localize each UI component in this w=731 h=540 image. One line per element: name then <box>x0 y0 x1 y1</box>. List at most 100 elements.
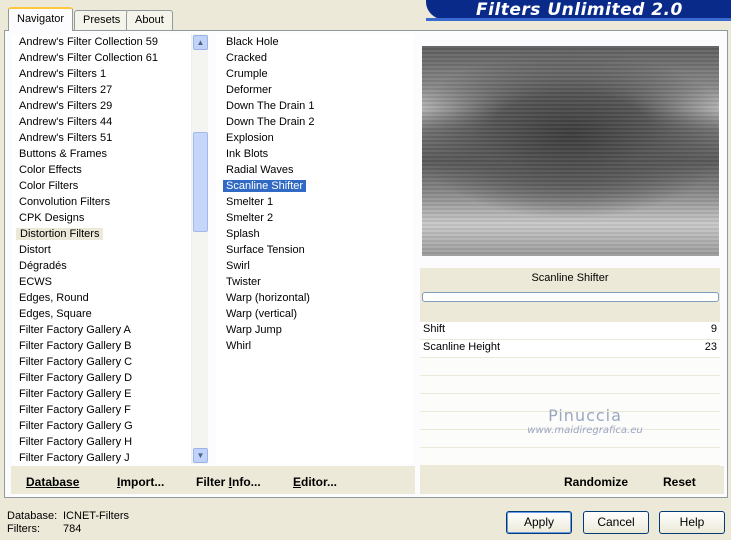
category-label: Color Effects <box>19 164 82 176</box>
database-button[interactable]: Database <box>26 475 79 489</box>
scrollbar-thumb[interactable] <box>193 132 208 232</box>
database-label: Database: <box>7 510 58 522</box>
category-item[interactable]: Convolution Filters <box>12 194 208 210</box>
import-button[interactable]: Import... <box>117 475 164 489</box>
filter-item[interactable]: Cracked <box>216 50 414 66</box>
category-item[interactable]: Color Effects <box>12 162 208 178</box>
filter-label: Warp Jump <box>226 324 282 336</box>
filter-item[interactable]: Scanline Shifter <box>216 178 414 194</box>
filters-label: Filters: <box>7 523 40 535</box>
category-item[interactable]: Buttons & Frames <box>12 146 208 162</box>
category-item[interactable]: Andrew's Filters 29 <box>12 98 208 114</box>
filter-item[interactable]: Warp (vertical) <box>216 306 414 322</box>
editor-button[interactable]: Editor... <box>293 475 337 489</box>
filter-item[interactable]: Whirl <box>216 338 414 354</box>
filter-item[interactable]: Smelter 2 <box>216 210 414 226</box>
filter-label: Deformer <box>226 84 272 96</box>
param-label: Scanline Height <box>423 341 501 353</box>
filter-item[interactable]: Crumple <box>216 66 414 82</box>
tab-navigator[interactable]: Navigator <box>8 7 74 31</box>
category-item[interactable]: Filter Factory Gallery D <box>12 370 208 386</box>
category-item[interactable]: Andrew's Filter Collection 61 <box>12 50 208 66</box>
category-item[interactable]: ECWS <box>12 274 208 290</box>
filter-label: Radial Waves <box>226 164 294 176</box>
filter-item[interactable]: Explosion <box>216 130 414 146</box>
category-label: CPK Designs <box>19 212 85 224</box>
apply-button[interactable]: Apply <box>506 511 572 534</box>
filter-item[interactable]: Splash <box>216 226 414 242</box>
filter-label: Smelter 2 <box>226 212 274 224</box>
database-value: ICNET-Filters <box>63 510 129 522</box>
category-item[interactable]: Color Filters <box>12 178 208 194</box>
filter-item[interactable]: Surface Tension <box>216 242 414 258</box>
filter-item[interactable]: Radial Waves <box>216 162 414 178</box>
filter-list[interactable]: Black Hole Cracked Crumple Deformer Down The… <box>216 34 414 464</box>
filter-label: Warp (vertical) <box>226 308 298 320</box>
category-label: Filter Factory Gallery G <box>19 420 133 432</box>
category-label: ECWS <box>19 276 52 288</box>
tab-about[interactable]: About <box>126 10 173 30</box>
category-item[interactable]: Filter Factory Gallery C <box>12 354 208 370</box>
category-label: Andrew's Filters 29 <box>19 100 113 112</box>
category-item[interactable]: Filter Factory Gallery G <box>12 418 208 434</box>
filter-item[interactable]: Warp (horizontal) <box>216 290 414 306</box>
help-button[interactable]: Help <box>659 511 725 534</box>
category-label: Distortion Filters <box>16 228 104 240</box>
category-item[interactable]: Andrew's Filter Collection 59 <box>12 34 208 50</box>
category-item[interactable]: Filter Factory Gallery E <box>12 386 208 402</box>
filter-item[interactable]: Deformer <box>216 82 414 98</box>
filter-label: Surface Tension <box>226 244 305 256</box>
filter-title: Scanline Shifter <box>531 272 609 284</box>
category-scrollbar[interactable]: ▲ ▼ <box>191 34 208 464</box>
category-label: Andrew's Filters 1 <box>19 68 107 80</box>
filter-item[interactable]: Twister <box>216 274 414 290</box>
chevron-down-icon[interactable]: ▼ <box>193 448 208 463</box>
param-row-scanline-height[interactable]: Scanline Height 23 <box>420 340 720 358</box>
category-label: Andrew's Filters 44 <box>19 116 113 128</box>
filter-item[interactable]: Ink Blots <box>216 146 414 162</box>
param-row-empty <box>420 376 720 394</box>
randomize-button[interactable]: Randomize <box>564 475 628 489</box>
database-info: Database: ICNET-Filters Filters: 784 <box>7 510 129 536</box>
param-value: 23 <box>704 341 717 353</box>
filter-item[interactable]: Black Hole <box>216 34 414 50</box>
filter-item[interactable]: Warp Jump <box>216 322 414 338</box>
category-item[interactable]: Filter Factory Gallery F <box>12 402 208 418</box>
filter-item[interactable]: Down The Drain 1 <box>216 98 414 114</box>
filter-toolbar: Randomize Reset <box>420 466 724 494</box>
param-row-shift[interactable]: Shift 9 <box>420 322 720 340</box>
filter-label: Explosion <box>226 132 274 144</box>
tab-presets[interactable]: Presets <box>74 10 130 30</box>
category-item[interactable]: Edges, Round <box>12 290 208 306</box>
category-label: Edges, Square <box>19 308 92 320</box>
category-label: Filter Factory Gallery B <box>19 340 132 352</box>
category-item[interactable]: Andrew's Filters 44 <box>12 114 208 130</box>
filter-item[interactable]: Swirl <box>216 258 414 274</box>
param-label: Shift <box>423 323 446 335</box>
filter-item[interactable]: Down The Drain 2 <box>216 114 414 130</box>
category-item[interactable]: Filter Factory Gallery B <box>12 338 208 354</box>
category-item[interactable]: Distortion Filters <box>12 226 208 242</box>
category-item[interactable]: Distort <box>12 242 208 258</box>
category-label: Filter Factory Gallery C <box>19 356 133 368</box>
category-list[interactable]: Andrew's Filter Collection 59 Andrew's Fi… <box>12 34 208 464</box>
category-item[interactable]: Andrew's Filters 51 <box>12 130 208 146</box>
category-item[interactable]: Edges, Square <box>12 306 208 322</box>
chevron-up-icon[interactable]: ▲ <box>193 35 208 50</box>
category-item[interactable]: Filter Factory Gallery J <box>12 450 208 464</box>
category-item[interactable]: Filter Factory Gallery A <box>12 322 208 338</box>
category-item[interactable]: Dégradés <box>12 258 208 274</box>
category-label: Filter Factory Gallery J <box>19 452 130 464</box>
banner-title: Filters Unlimited 2.0 <box>476 0 683 20</box>
category-item[interactable]: Filter Factory Gallery H <box>12 434 208 450</box>
category-item[interactable]: CPK Designs <box>12 210 208 226</box>
category-item[interactable]: Andrew's Filters 27 <box>12 82 208 98</box>
filter-info-button[interactable]: Filter Info... <box>196 475 261 489</box>
filter-label: Down The Drain 1 <box>226 100 315 112</box>
reset-button[interactable]: Reset <box>663 475 696 489</box>
category-label: Edges, Round <box>19 292 89 304</box>
filter-item[interactable]: Smelter 1 <box>216 194 414 210</box>
filter-label: Scanline Shifter <box>223 180 307 192</box>
cancel-button[interactable]: Cancel <box>583 511 649 534</box>
category-item[interactable]: Andrew's Filters 1 <box>12 66 208 82</box>
